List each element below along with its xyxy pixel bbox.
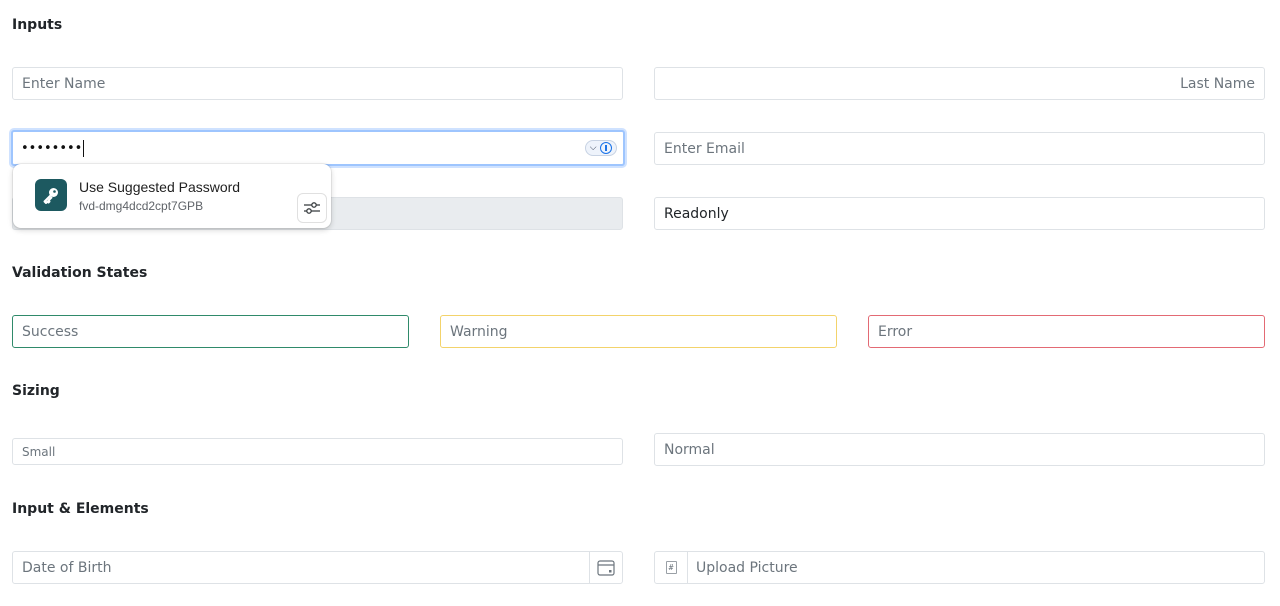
file-icon: # [665, 561, 677, 574]
suggested-password-value: fvd-dmg4dcd2cpt7GPB [79, 199, 204, 213]
key-icon [35, 179, 67, 211]
date-of-birth-input[interactable]: Date of Birth [12, 551, 623, 584]
first-name-input[interactable]: Enter Name [12, 67, 623, 100]
calendar-icon [597, 560, 615, 576]
small-input[interactable]: Small [12, 438, 623, 465]
last-name-placeholder: Last Name [1180, 75, 1255, 92]
upload-picture-input[interactable]: # Upload Picture [654, 551, 1265, 584]
text-caret [83, 139, 85, 157]
success-input[interactable]: Success [12, 315, 409, 348]
password-input[interactable]: •••••••• ⌵ [11, 130, 625, 166]
dob-placeholder: Date of Birth [22, 559, 112, 576]
sliders-icon [304, 202, 320, 214]
section-title-validation: Validation States [12, 265, 148, 281]
readonly-value: Readonly [664, 205, 729, 222]
last-name-input[interactable]: Last Name [654, 67, 1265, 100]
success-placeholder: Success [22, 323, 79, 340]
error-placeholder: Error [878, 323, 913, 340]
section-title-input-elements: Input & Elements [12, 501, 149, 517]
upload-placeholder: Upload Picture [696, 559, 798, 576]
warning-placeholder: Warning [450, 323, 508, 340]
section-title-inputs: Inputs [12, 17, 63, 33]
email-placeholder: Enter Email [664, 140, 745, 157]
error-input[interactable]: Error [868, 315, 1265, 348]
first-name-placeholder: Enter Name [22, 75, 106, 92]
normal-placeholder: Normal [664, 441, 715, 458]
password-options-button[interactable] [297, 193, 327, 223]
email-input[interactable]: Enter Email [654, 132, 1265, 165]
suggestion-title: Use Suggested Password [79, 179, 241, 195]
password-value: •••••••• [21, 140, 83, 156]
section-title-sizing: Sizing [12, 383, 60, 399]
password-manager-logo-icon [600, 142, 613, 154]
readonly-input[interactable]: Readonly [654, 197, 1265, 230]
small-placeholder: Small [22, 444, 56, 459]
warning-input[interactable]: Warning [440, 315, 837, 348]
suggested-password-popup[interactable]: Use Suggested Password fvd-dmg4dcd2cpt7G… [13, 164, 331, 228]
file-button[interactable]: # [655, 552, 688, 583]
password-manager-button[interactable]: ⌵ [585, 140, 617, 156]
calendar-button[interactable] [589, 552, 622, 583]
chevron-down-icon: ⌵ [589, 142, 597, 153]
normal-input[interactable]: Normal [654, 433, 1265, 466]
